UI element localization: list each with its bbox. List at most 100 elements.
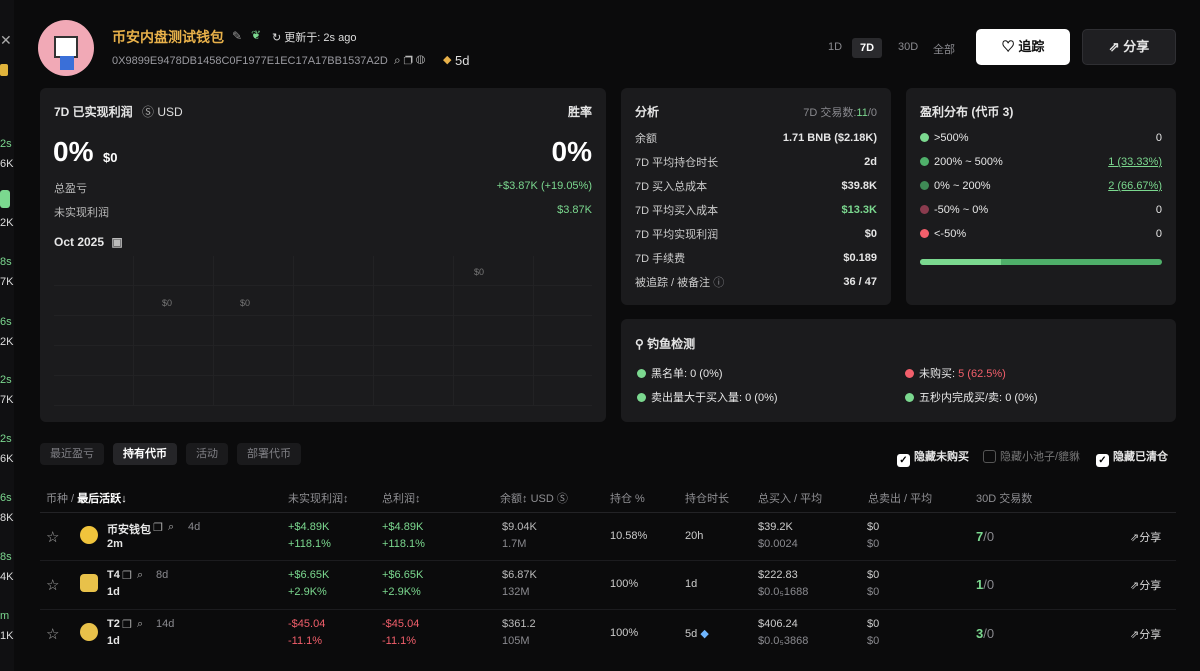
tx-count: 7D 交易数:11/0 bbox=[803, 104, 877, 120]
tab-holdings[interactable]: 持有代币 bbox=[113, 443, 177, 465]
hold-pct: 10.58% bbox=[610, 530, 648, 542]
unrealized-pct: +2.9K% bbox=[288, 586, 327, 598]
col-last-active[interactable]: 最后活跃 bbox=[77, 493, 121, 505]
distribution-label: <-50% bbox=[934, 228, 967, 240]
star-icon[interactable]: ☆ bbox=[46, 576, 59, 594]
tab-recent-pnl[interactable]: 最近盈亏 bbox=[40, 443, 104, 465]
col-unrealized[interactable]: 未实现利润↕ bbox=[288, 490, 349, 506]
distribution-value: 0 bbox=[1155, 228, 1162, 240]
token-age: 4d bbox=[188, 521, 201, 533]
col-total-profit[interactable]: 总利润↕ bbox=[382, 490, 421, 506]
strip-text: 2K bbox=[0, 217, 14, 229]
distribution-panel: 盈利分布 (代币 3) >500% 0 200% ~ 500% 1 (33.33%)… bbox=[906, 88, 1176, 305]
period-30d[interactable]: 30D bbox=[898, 41, 918, 53]
wallet-address[interactable]: 0X9899E9478DB1458C0F1977E1EC17A17BB1537A… bbox=[112, 55, 388, 67]
help-icon[interactable]: ⓘ bbox=[713, 277, 724, 289]
calendar-month[interactable]: Oct 2025 ▣ bbox=[54, 235, 123, 249]
checkbox-checked[interactable]: ✓ bbox=[897, 454, 910, 467]
token-name[interactable]: T2 bbox=[107, 618, 120, 630]
update-value: 2s ago bbox=[323, 32, 357, 44]
distribution-row: -50% ~ 0% 0 bbox=[920, 202, 1162, 218]
pnl-amount: $0 bbox=[103, 150, 118, 165]
copy-icon[interactable]: ❐ bbox=[122, 569, 132, 582]
balance-amount: 1.7M bbox=[502, 538, 527, 550]
token-name[interactable]: 币安钱包 bbox=[107, 521, 151, 537]
table-row[interactable]: ☆ T2 ❐ ⌕ 14d 1d -$45.04 -11.1% -$45.04 -… bbox=[40, 615, 1176, 653]
star-icon[interactable]: ☆ bbox=[46, 528, 59, 546]
col-token-label: 币种 / bbox=[46, 493, 75, 505]
day-value: $0 bbox=[474, 267, 485, 277]
unrealized-value: $3.87K bbox=[557, 204, 592, 216]
filter-hide-small-pool[interactable]: 隐藏小池子/貔貅 bbox=[983, 448, 1080, 464]
distribution-value[interactable]: 1 (33.33%) bbox=[1108, 156, 1162, 168]
close-icon[interactable]: ✕ bbox=[0, 32, 12, 49]
search-icon[interactable]: ⌕ bbox=[137, 618, 143, 631]
token-icon bbox=[80, 574, 98, 592]
status-dot bbox=[637, 369, 646, 378]
col-balance-currency[interactable]: USD bbox=[531, 493, 554, 505]
strip-text: 2K bbox=[0, 336, 14, 348]
phishing-item: 黑名单: 0 (0%) bbox=[637, 365, 723, 381]
filter-hide-unbought[interactable]: ✓ 隐藏未购买 bbox=[897, 448, 969, 467]
follow-button[interactable]: ♡ 追踪 bbox=[976, 29, 1070, 65]
refresh-icon[interactable]: ↻ bbox=[272, 32, 281, 44]
share-button[interactable]: ⇗ 分享 bbox=[1082, 29, 1176, 65]
table-row[interactable]: ☆ 币安钱包 ❐ ⌕ 4d 2m +$4.89K +118.1% +$4.89K… bbox=[40, 518, 1176, 556]
pnl-panel: 7D 已实现利润 Ⓢ USD 胜率 0% $0 0% 总盈亏 +$3.87K (… bbox=[40, 88, 606, 422]
sort-icon[interactable]: ↕ bbox=[522, 493, 528, 505]
table-row[interactable]: ☆ T4 ❐ ⌕ 8d 1d +$6.65K +2.9K% +$6.65K +2… bbox=[40, 566, 1176, 604]
strip-text: 7K bbox=[0, 276, 14, 288]
hold-pct: 100% bbox=[610, 627, 639, 639]
copy-icon[interactable]: ❐ bbox=[122, 618, 132, 631]
star-icon[interactable]: ☆ bbox=[46, 625, 59, 643]
badge-icon bbox=[0, 64, 8, 76]
row-share-button[interactable]: ⇗分享 bbox=[1130, 529, 1161, 545]
col-total-buy[interactable]: 总买入 / 平均 bbox=[758, 490, 822, 506]
analysis-label: 7D 手续费 bbox=[635, 253, 686, 265]
checkbox-checked[interactable]: ✓ bbox=[1096, 454, 1109, 467]
copy-icon[interactable]: ❐ bbox=[404, 53, 416, 67]
share-icon: ⇗ bbox=[1108, 39, 1120, 54]
currency-icon[interactable]: Ⓢ bbox=[142, 105, 154, 119]
tx-sell: /0 bbox=[983, 529, 995, 544]
period-7d[interactable]: 7D bbox=[852, 38, 882, 58]
search-icon[interactable]: ⌕ bbox=[168, 521, 174, 534]
currency-label[interactable]: USD bbox=[157, 105, 182, 119]
token-icon bbox=[80, 623, 98, 641]
unrealized-label: 未实现利润 bbox=[54, 207, 109, 219]
tab-activity[interactable]: 活动 bbox=[186, 443, 228, 465]
edit-icon[interactable]: ✎ bbox=[232, 29, 242, 43]
chain-icon[interactable]: ◍ bbox=[416, 53, 428, 67]
search-icon[interactable]: ⌕ bbox=[137, 569, 143, 582]
tab-deployed[interactable]: 部署代币 bbox=[237, 443, 301, 465]
token-name[interactable]: T4 bbox=[107, 569, 120, 581]
tx-count-label: 7D 交易数: bbox=[803, 107, 857, 119]
distribution-label: 0% ~ 200% bbox=[934, 180, 991, 192]
period-all[interactable]: 全部 bbox=[933, 41, 955, 57]
search-icon[interactable]: ⌕ bbox=[394, 53, 404, 67]
period-1d[interactable]: 1D bbox=[828, 41, 842, 53]
row-share-button[interactable]: ⇗分享 bbox=[1130, 577, 1161, 593]
analysis-value: $0.189 bbox=[843, 252, 877, 264]
distribution-value[interactable]: 2 (66.67%) bbox=[1108, 180, 1162, 192]
sort-icon[interactable]: ↕ bbox=[343, 493, 349, 505]
left-strip: ✕ 2s 6K 2K 8s 7K 6s 2K 2s 7K 2s 6K 6s 8K… bbox=[0, 0, 14, 671]
analysis-row: 7D 平均实现利润 $0 bbox=[635, 226, 877, 242]
currency-icon[interactable]: Ⓢ bbox=[557, 493, 568, 505]
col-balance[interactable]: 余额↕ USD Ⓢ bbox=[500, 490, 568, 506]
tx-count-sell: /0 bbox=[867, 107, 877, 119]
follow-label: 追踪 bbox=[1018, 39, 1045, 54]
col-total-sell[interactable]: 总卖出 / 平均 bbox=[868, 490, 932, 506]
analysis-row: 7D 手续费 $0.189 bbox=[635, 250, 877, 266]
row-share-button[interactable]: ⇗分享 bbox=[1130, 626, 1161, 642]
copy-icon[interactable]: ❐ bbox=[153, 521, 163, 534]
calendar-icon[interactable]: ▣ bbox=[111, 235, 122, 249]
sort-icon[interactable]: ↓ bbox=[121, 493, 127, 505]
checkbox-unchecked[interactable] bbox=[983, 450, 996, 463]
hold-duration: 1d bbox=[685, 578, 698, 590]
analysis-row: 余额 1.71 BNB ($2.18K) bbox=[635, 130, 877, 146]
filter-hide-cleared[interactable]: ✓ 隐藏已清仓 bbox=[1096, 448, 1168, 467]
sort-icon[interactable]: ↕ bbox=[415, 493, 421, 505]
analysis-label: 被追踪 / 被备注 bbox=[635, 277, 711, 289]
total-profit-pct: +2.9K% bbox=[382, 586, 421, 598]
